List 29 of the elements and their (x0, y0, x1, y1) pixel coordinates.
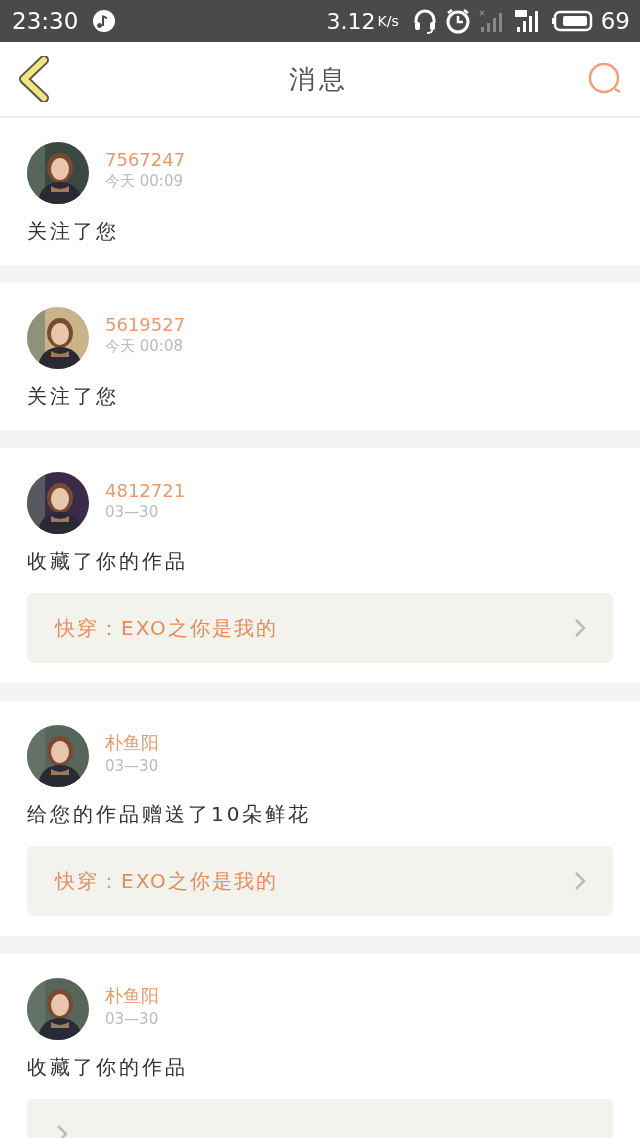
timestamp: 今天 00:09 (105, 172, 184, 191)
timestamp: 03—30 (105, 757, 159, 775)
back-icon[interactable] (18, 56, 52, 102)
clock-time: 23:30 (12, 8, 79, 34)
message-text: 给您的作品赠送了10朵鲜花 (27, 801, 313, 828)
chevron-right-icon (573, 617, 587, 639)
battery-icon (550, 10, 593, 32)
network-speed: 3.12 (326, 8, 376, 34)
page-title: 消息 (289, 62, 349, 96)
chevron-right-icon (573, 870, 587, 892)
username[interactable]: 7567247 (105, 149, 186, 170)
alarm-icon (444, 8, 471, 34)
timestamp: 03—30 (105, 1010, 159, 1028)
battery-percent: 69 (600, 8, 630, 34)
username[interactable]: 5619527 (105, 314, 186, 335)
username[interactable]: 朴鱼阳 (105, 984, 159, 1008)
speed-unit: K/s (377, 13, 399, 29)
music-note-icon (92, 9, 117, 33)
headphones-icon (412, 8, 437, 34)
message-text: 收藏了你的作品 (27, 548, 189, 575)
work-link[interactable]: 快穿：EXO之你是我的 (27, 593, 613, 663)
message-text: 关注了您 (27, 218, 120, 245)
work-link[interactable]: 快穿：EXO之你是我的 (27, 846, 613, 916)
username[interactable]: 朴鱼阳 (105, 731, 159, 755)
username[interactable]: 4812721 (105, 479, 186, 501)
message-text: 关注了您 (27, 383, 120, 410)
timestamp: 03—30 (105, 502, 160, 521)
timestamp: 今天 00:08 (105, 337, 184, 356)
message-text: 收藏了你的作品 (27, 1054, 189, 1081)
